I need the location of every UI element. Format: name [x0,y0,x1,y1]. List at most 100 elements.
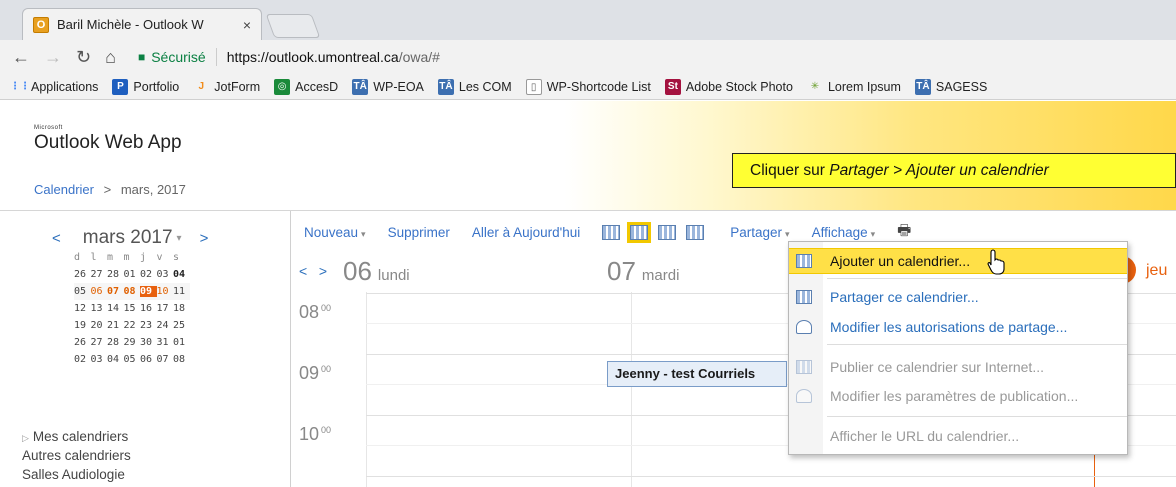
view-caret-icon: ▾ [870,228,876,239]
mini-calendar-day[interactable]: 05 [74,286,91,297]
mini-calendar-day[interactable]: 03 [157,269,174,280]
mini-calendar-day[interactable]: 05 [124,354,141,365]
mini-calendar-day[interactable]: 15 [124,303,141,314]
my-calendars-item[interactable]: ▷ Mes calendriers [22,429,131,448]
other-calendars-item[interactable]: Autres calendriers [22,448,131,467]
go-to-today-button[interactable]: Aller à Aujourd'hui [472,225,580,240]
publish-icon [796,360,812,374]
rooms-calendar-item[interactable]: Salles Audiologie [22,467,131,486]
bookmark-item[interactable]: TÂ WP-EOA [352,78,424,95]
mini-calendar-day[interactable]: 01 [173,337,190,348]
mini-calendar-day[interactable]: 27 [91,337,108,348]
menu-publish-calendar[interactable]: Publier ce calendrier sur Internet... [789,354,1127,380]
month-view-icon[interactable] [686,224,705,240]
mini-calendar-day[interactable]: 02 [140,269,157,280]
back-icon[interactable]: ← [12,47,30,68]
tab-close-icon[interactable]: × [243,17,251,33]
url-field[interactable]: ■ Sécurisé https://outlook.umontreal.ca … [130,44,440,70]
forward-icon[interactable]: → [44,47,62,68]
hour-label: 08 00 [299,302,331,323]
share-button[interactable]: Partager ▾ [730,225,789,240]
mini-calendar-day[interactable]: 26 [74,337,91,348]
bookmark-item[interactable]: ◎ AccesD [274,78,338,95]
owa-logo[interactable]: Microsoft Outlook Web App [34,125,182,154]
address-bar: ← → ↻ ⌂ ■ Sécurisé https://outlook.umont… [0,40,1176,74]
callout-action: Partager > Ajouter un calendrier [829,162,1049,179]
mini-calendar-day[interactable]: 09 [140,286,157,297]
browser-tab[interactable]: O Baril Michèle - Outlook W × [22,8,262,40]
mini-calendar-day[interactable]: 07 [107,286,124,297]
next-month-icon[interactable]: > [200,230,209,247]
menu-publishing-settings[interactable]: Modifier les paramètres de publication..… [789,383,1127,409]
mini-calendar-day[interactable]: 06 [91,286,108,297]
bookmark-item[interactable]: J JotForm [193,79,260,95]
menu-add-calendar[interactable]: Ajouter un calendrier... [789,248,1127,274]
left-pane: < mars 2017 ▾ > d l m m j v s 26 27 28 01 02 03 04 05 0… [0,211,290,487]
tab-title: Baril Michèle - Outlook W [57,17,204,32]
mini-calendar-day[interactable]: 29 [124,337,141,348]
bookmark-label: SAGESS [935,79,988,94]
mini-calendar-day[interactable]: 22 [124,320,141,331]
mini-calendar-day[interactable]: 21 [107,320,124,331]
bookmark-item[interactable]: TÂ SAGESS [914,78,988,95]
mini-calendar-day[interactable]: 13 [91,303,108,314]
mini-calendar-day[interactable]: 30 [140,337,157,348]
bookmark-item[interactable]: P Portfolio [112,78,179,95]
mini-calendar-day[interactable]: 24 [157,320,174,331]
mini-calendar-day[interactable]: 03 [91,354,108,365]
delete-button[interactable]: Supprimer [388,225,450,240]
mini-calendar-day[interactable]: 04 [107,354,124,365]
mini-calendar-day[interactable]: 16 [140,303,157,314]
mini-calendar-day[interactable]: 01 [124,269,141,280]
mini-calendar-day[interactable]: 06 [140,354,157,365]
week-view-icon[interactable] [658,224,677,240]
new-button[interactable]: Nouveau ▾ [304,225,366,240]
bookmark-item[interactable]: TÂ Les COM [437,78,512,95]
month-dropdown-icon[interactable]: ▾ [177,233,182,244]
home-icon[interactable]: ⌂ [105,47,116,68]
mini-calendar-day[interactable]: 28 [107,337,124,348]
view-button[interactable]: Affichage ▾ [812,225,876,240]
mini-calendar-day[interactable]: 20 [91,320,108,331]
mini-calendar-day[interactable]: 18 [173,303,190,314]
mini-calendar-day[interactable]: 31 [157,337,174,348]
reload-icon[interactable]: ↻ [76,47,91,68]
portfolio-icon: P [112,78,129,95]
bookmark-item[interactable]: ⋮⋮ Applications [10,79,98,95]
menu-show-calendar-url[interactable]: Afficher le URL du calendrier... [789,423,1127,449]
mini-calendar-day[interactable]: 23 [140,320,157,331]
mini-calendar-day[interactable]: 28 [107,269,124,280]
prev-month-icon[interactable]: < [52,230,61,247]
mini-calendar-day[interactable]: 26 [74,269,91,280]
prev-next-icons[interactable]: < > [299,263,327,279]
lorem-icon: ✳ [810,80,820,92]
mini-calendar-day[interactable]: 11 [173,286,190,297]
expand-icon[interactable]: ▷ [22,433,29,443]
mini-calendar-day[interactable]: 12 [74,303,91,314]
work-week-view-icon[interactable] [627,221,652,243]
bookmark-item[interactable]: ▯ WP-Shortcode List [525,78,651,95]
bookmark-item[interactable]: St Adobe Stock Photo [664,78,793,95]
breadcrumb-calendar-link[interactable]: Calendrier [34,182,94,197]
menu-sharing-permissions[interactable]: Modifier les autorisations de partage... [789,314,1127,340]
mini-calendar-day[interactable]: 08 [173,354,190,365]
mini-calendar-day[interactable]: 08 [124,286,141,297]
new-tab-button[interactable] [265,14,321,38]
mini-calendar-day[interactable]: 10 [157,286,174,297]
today-day-label[interactable]: jeu [1146,262,1167,280]
mini-calendar-month[interactable]: mars 2017 [83,227,173,249]
menu-share-calendar[interactable]: Partager ce calendrier... [789,284,1127,310]
mini-calendar-day[interactable]: 17 [157,303,174,314]
mini-calendar-day[interactable]: 19 [74,320,91,331]
mini-calendar-day[interactable]: 02 [74,354,91,365]
mini-calendar-day[interactable]: 07 [157,354,174,365]
day-header-tuesday[interactable]: 07 mardi [607,256,679,287]
day-view-icon[interactable] [602,224,621,240]
day-header-monday[interactable]: 06 lundi [343,256,410,287]
bookmark-item[interactable]: ✳ Lorem Ipsum [807,79,901,95]
mini-calendar-day[interactable]: 14 [107,303,124,314]
mini-calendar-day[interactable]: 27 [91,269,108,280]
mini-calendar-day[interactable]: 25 [173,320,190,331]
mini-calendar-day[interactable]: 04 [173,269,190,280]
calendar-event[interactable]: Jeenny - test Courriels [607,361,787,387]
